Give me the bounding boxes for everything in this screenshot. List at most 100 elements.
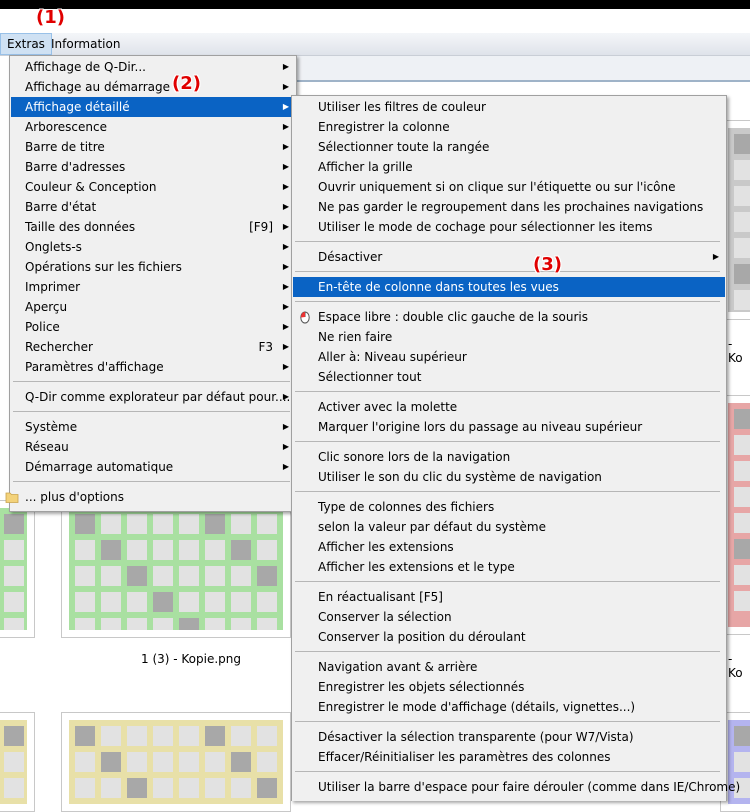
menu-item-navigation-avant-arriere[interactable]: Navigation avant & arrière (293, 657, 725, 677)
menu-item-q-dir-comme-explorateur-par-defaut-pour[interactable]: Q-Dir comme explorateur par défaut pour.… (11, 387, 295, 407)
menu-item-selectionner-tout[interactable]: Sélectionner tout (293, 367, 725, 387)
menu-item-barre-d-adresses[interactable]: Barre d'adresses ▶ (11, 157, 295, 177)
thumbnail-pixel (179, 592, 199, 612)
menu-item-demarrage-automatique[interactable]: Démarrage automatique ▶ (11, 457, 295, 477)
menu-item-enregistrer-la-colonne[interactable]: Enregistrer la colonne (293, 117, 725, 137)
menu-item-enregistrer-le-mode-d-affichage-details-[interactable]: Enregistrer le mode d'affichage (détails… (293, 697, 725, 717)
menu-item-plus-d-options[interactable]: ... plus d'options (5, 487, 295, 507)
menu-information[interactable]: Information (45, 33, 126, 55)
thumbnail-pixel (75, 566, 95, 586)
menu-item-operations-sur-les-fichiers[interactable]: Opérations sur les fichiers ▶ (11, 257, 295, 277)
thumbnail-pixel (205, 778, 225, 798)
thumbnail-green[interactable] (61, 500, 291, 638)
thumbnail-yellow[interactable] (61, 712, 291, 812)
menu-item-activer-avec-la-molette[interactable]: Activer avec la molette (293, 397, 725, 417)
thumbnail-caption-right-a: - Ko (728, 337, 743, 365)
menu-item-marquer-l-origine-lors-du-passage-au-niv[interactable]: Marquer l'origine lors du passage au niv… (293, 417, 725, 437)
thumbnail-pixel (153, 540, 173, 560)
thumbnail-pixel (205, 514, 225, 534)
menu-item-en-reactualisant-f5[interactable]: En réactualisant [F5] (293, 587, 725, 607)
menu-item-ne-pas-garder-le-regroupement-dans-les-p[interactable]: Ne pas garder le regroupement dans les p… (293, 197, 725, 217)
thumbnail-pixel (257, 752, 277, 772)
menu-item-utiliser-le-mode-de-cochage-pour-selecti[interactable]: Utiliser le mode de cochage pour sélecti… (293, 217, 725, 237)
submenu-arrow-icon: ▶ (282, 142, 289, 151)
thumbnail-pixel (734, 513, 750, 533)
thumbnail-pixel (734, 160, 750, 180)
menu-item-ouvrir-uniquement-si-on-clique-sur-l-eti[interactable]: Ouvrir uniquement si on clique sur l'éti… (293, 177, 725, 197)
menu-item-affichage-de-q-dir[interactable]: Affichage de Q-Dir... ▶ (11, 57, 295, 77)
menu-item-ne-rien-faire[interactable]: Ne rien faire (293, 327, 725, 347)
menu-item-effacer-reinitialiser-les-parametres-des[interactable]: Effacer/Réinitialiser les paramètres des… (293, 747, 725, 767)
thumbnail-green-left[interactable] (0, 500, 35, 638)
menu-item-systeme[interactable]: Système ▶ (11, 417, 295, 437)
menu-item-taille-des-donnees[interactable]: Taille des données [F9] ▶ (11, 217, 295, 237)
menu-item-espace-libre-double-clic-gauche-de-la-so[interactable]: Espace libre : double clic gauche de la … (293, 307, 725, 327)
menu-item-type-de-colonnes-des-fichiers[interactable]: Type de colonnes des fichiers (293, 497, 725, 517)
menu-item-enregistrer-les-objets-selectionnes[interactable]: Enregistrer les objets sélectionnés (293, 677, 725, 697)
menu-item-label: Effacer/Réinitialiser les paramètres des… (318, 750, 611, 764)
menu-item-couleur-conception[interactable]: Couleur & Conception ▶ (11, 177, 295, 197)
thumbnail-pixel (734, 752, 750, 772)
thumbnail-pixel (205, 618, 225, 630)
menu-item-imprimer[interactable]: Imprimer ▶ (11, 277, 295, 297)
thumbnail-pixel (257, 618, 277, 630)
menu-bar: Extras Information (0, 33, 750, 56)
menu-item-afficher-les-extensions-et-le-type[interactable]: Afficher les extensions et le type (293, 557, 725, 577)
menu-item-affichage-detaille[interactable]: Affichage détaillé ▶ (11, 97, 295, 117)
menu-item-reseau[interactable]: Réseau ▶ (11, 437, 295, 457)
menu-item-label: Sélectionner tout (318, 370, 422, 384)
thumbnail-pixel (127, 618, 147, 630)
thumbnail-pixel (734, 435, 750, 455)
menu-item-afficher-la-grille[interactable]: Afficher la grille (293, 157, 725, 177)
menu-item-afficher-les-extensions[interactable]: Afficher les extensions (293, 537, 725, 557)
thumbnail-pixel (101, 566, 121, 586)
thumbnail-pixel (257, 566, 277, 586)
menu-item-barre-d-etat[interactable]: Barre d'état ▶ (11, 197, 295, 217)
thumbnail-pixel (101, 592, 121, 612)
menu-separator (295, 721, 720, 722)
menu-item-utiliser-la-barre-d-espace-pour-faire-de[interactable]: Utiliser la barre d'espace pour faire dé… (293, 777, 740, 797)
menu-item-label: Ouvrir uniquement si on clique sur l'éti… (318, 180, 676, 194)
menu-item-arborescence[interactable]: Arborescence ▶ (11, 117, 295, 137)
menu-item-desactiver[interactable]: Désactiver ▶ (293, 247, 725, 267)
menu-item-label: Afficher les extensions (318, 540, 454, 554)
menu-item-affichage-au-demarrage[interactable]: Affichage au démarrage ▶ (11, 77, 295, 97)
thumbnail-yellow-left[interactable] (0, 712, 35, 812)
thumbnail-pixel (101, 726, 121, 746)
thumbnail-pixel (179, 726, 199, 746)
menu-item-clic-sonore-lors-de-la-navigation[interactable]: Clic sonore lors de la navigation (293, 447, 725, 467)
menu-item-utiliser-le-son-du-clic-du-systeme-de-na[interactable]: Utiliser le son du clic du système de na… (293, 467, 725, 487)
menu-item-en-tete-de-colonne-dans-toutes-les-vues[interactable]: En-tête de colonne dans toutes les vues (293, 277, 725, 297)
menu-item-selectionner-toute-la-rangee[interactable]: Sélectionner toute la rangée (293, 137, 725, 157)
thumbnail-pixel (179, 514, 199, 534)
menu-item-apercu[interactable]: Aperçu ▶ (11, 297, 295, 317)
menu-item-selon-la-valeur-par-defaut-du-systeme[interactable]: selon la valeur par défaut du système (293, 517, 725, 537)
menu-item-police[interactable]: Police ▶ (11, 317, 295, 337)
menu-item-aller-a-niveau-superieur[interactable]: Aller à: Niveau supérieur (293, 347, 725, 367)
menu-item-onglets-s[interactable]: Onglets-s ▶ (11, 237, 295, 257)
menu-item-utiliser-les-filtres-de-couleur[interactable]: Utiliser les filtres de couleur (293, 97, 725, 117)
submenu-arrow-icon: ▶ (282, 322, 289, 331)
thumbnail-pixel (205, 752, 225, 772)
thumbnail-pixel (179, 618, 199, 630)
menu-item-desactiver-la-selection-transparente-pou[interactable]: Désactiver la sélection transparente (po… (293, 727, 725, 747)
thumbnail-pixel (4, 514, 24, 534)
menu-item-barre-de-titre[interactable]: Barre de titre ▶ (11, 137, 295, 157)
menu-item-rechercher[interactable]: Rechercher F3 ▶ (11, 337, 295, 357)
thumbnail-pixel (127, 778, 147, 798)
thumbnail-pixel (101, 540, 121, 560)
thumbnail-pixel (734, 186, 750, 206)
submenu-arrow-icon: ▶ (282, 82, 289, 91)
thumbnail-pixel (4, 726, 24, 746)
menu-separator (13, 411, 290, 412)
submenu-arrow-icon: ▶ (282, 202, 289, 211)
thumbnail-pixel (179, 540, 199, 560)
thumbnail-pixel (153, 592, 173, 612)
thumbnail-pixel (101, 778, 121, 798)
menu-item-label: Barre d'état (25, 200, 97, 214)
menu-item-parametres-d-affichage[interactable]: Paramètres d'affichage ▶ (11, 357, 295, 377)
menu-item-conserver-la-selection[interactable]: Conserver la sélection (293, 607, 725, 627)
menu-separator (295, 651, 720, 652)
menu-item-conserver-la-position-du-deroulant[interactable]: Conserver la position du déroulant (293, 627, 725, 647)
menu-item-label: Clic sonore lors de la navigation (318, 450, 511, 464)
